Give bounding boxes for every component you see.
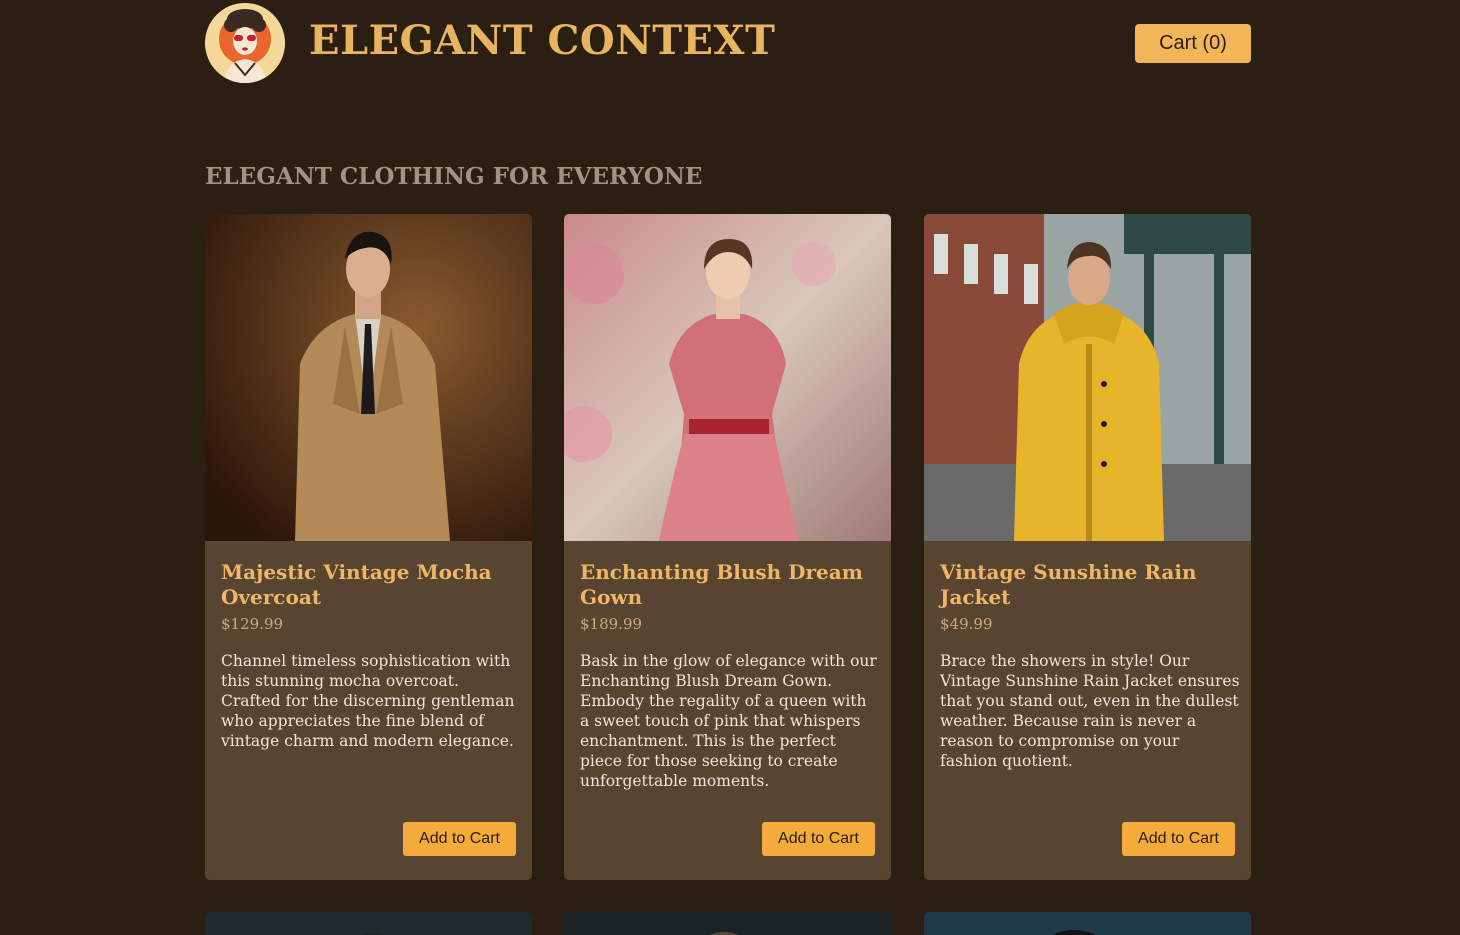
product-image-rain-jacket[interactable] — [924, 214, 1251, 541]
product-card: Vintage Sunshine Rain Jacket $49.99 Brac… — [924, 214, 1251, 880]
product-image-gown[interactable] — [564, 214, 891, 541]
site-title[interactable]: ELEGANT CONTEXT — [309, 17, 775, 64]
product-description: Bask in the glow of elegance with our En… — [580, 652, 877, 790]
product-description: Channel timeless sophistication with thi… — [221, 652, 515, 750]
product-card: Majestic Vintage Mocha Overcoat $129.99 … — [205, 214, 532, 880]
add-to-cart-button[interactable]: Add to Cart — [762, 822, 875, 856]
product-description: Brace the showers in style! Our Vintage … — [940, 652, 1240, 770]
cart-button[interactable]: Cart (0) — [1135, 24, 1251, 63]
product-image-overcoat[interactable] — [205, 214, 532, 541]
product-name[interactable]: Enchanting Blush Dream Gown $189.99 Bask… — [580, 560, 880, 791]
vintage-woman-logo-icon[interactable] — [205, 3, 285, 83]
product-price: $189.99 — [580, 615, 643, 633]
product-name[interactable]: Vintage Sunshine Rain Jacket $49.99 Brac… — [940, 560, 1240, 771]
site-header: ELEGANT CONTEXT Cart (0) — [205, 3, 1251, 83]
product-card: Enchanting Blush Dream Gown $189.99 Bask… — [564, 214, 891, 880]
product-name[interactable]: Majestic Vintage Mocha Overcoat $129.99 … — [221, 560, 521, 751]
add-to-cart-button[interactable]: Add to Cart — [403, 822, 516, 856]
product-card-next[interactable] — [924, 912, 1251, 935]
add-to-cart-button[interactable]: Add to Cart — [1122, 822, 1235, 856]
product-card-next[interactable] — [205, 912, 532, 935]
section-heading: ELEGANT CLOTHING FOR EVERYONE — [205, 163, 703, 190]
product-price: $49.99 — [940, 615, 993, 633]
product-card-next[interactable] — [564, 912, 891, 935]
product-price: $129.99 — [221, 615, 284, 633]
